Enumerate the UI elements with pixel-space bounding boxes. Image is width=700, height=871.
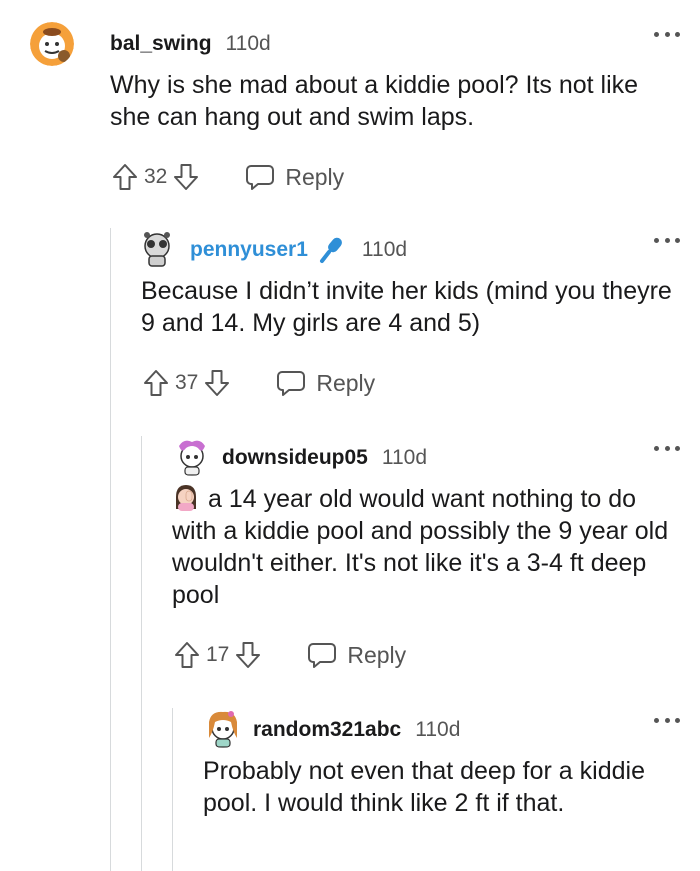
upvote-icon[interactable] (110, 161, 140, 193)
reply-button[interactable]: Reply (245, 163, 344, 191)
reply-label: Reply (347, 641, 407, 668)
snoo-avatar-icon (30, 22, 74, 66)
upvote-icon[interactable] (141, 367, 171, 399)
comment-body: a 14 year old would want nothing to do w… (172, 483, 680, 611)
downvote-icon[interactable] (202, 367, 232, 399)
comment-body: Probably not even that deep for a kiddie… (203, 757, 645, 817)
comment-body: Why is she mad about a kiddie pool? Its … (110, 71, 639, 131)
microphone-icon (319, 237, 342, 263)
username[interactable]: downsideup05 (222, 446, 368, 470)
thread-line-1 (110, 228, 111, 871)
comment-text: a 14 year old would want nothing to do w… (172, 485, 669, 609)
downvote-icon[interactable] (171, 161, 201, 193)
more-options-icon[interactable] (654, 238, 680, 248)
timestamp: 110d (361, 238, 408, 261)
downvote-icon[interactable] (233, 639, 263, 671)
comment-pennyuser1: pennyuser1 110d Because I didn’t invite … (141, 228, 680, 401)
comment-actions: 37 Reply (141, 365, 680, 401)
username[interactable]: pennyuser1 (190, 238, 308, 262)
speech-bubble-icon (277, 371, 306, 396)
reply-label: Reply (285, 163, 345, 190)
timestamp: 110d (381, 446, 428, 469)
vote-count: 37 (175, 371, 199, 394)
thread-line-3 (172, 708, 173, 871)
reply-label: Reply (316, 369, 376, 396)
comment-header: random321abc 110d (203, 708, 680, 752)
timestamp: 110d (225, 32, 271, 55)
woman-facepalming-icon (176, 485, 196, 511)
more-options-icon[interactable] (654, 32, 680, 42)
thread-line-2 (141, 436, 142, 871)
speech-bubble-icon (308, 643, 337, 668)
comment-downsideup05: downsideup05 110d a 14 year old would wa… (172, 436, 680, 673)
comment-header: bal_swing 110d (110, 22, 680, 66)
speech-bubble-icon (246, 165, 275, 190)
comment-body: Because I didn’t invite her kids (mind y… (141, 277, 672, 337)
comment-header: pennyuser1 110d (141, 228, 680, 272)
comment-header: downsideup05 110d (172, 436, 680, 480)
reply-button[interactable]: Reply (276, 369, 375, 397)
username[interactable]: bal_swing (110, 32, 212, 56)
vote-count: 17 (206, 643, 230, 666)
vote-count: 32 (144, 165, 168, 188)
upvote-icon[interactable] (172, 639, 202, 671)
username[interactable]: random321abc (253, 718, 401, 742)
comment-random321abc: random321abc 110d Probably not even that… (203, 708, 680, 819)
comment-bal-swing: bal_swing 110d Why is she mad about a ki… (30, 22, 680, 195)
timestamp: 110d (415, 718, 461, 741)
comment-actions: 32 Reply (110, 159, 680, 195)
more-options-icon[interactable] (654, 446, 680, 456)
avatar[interactable] (30, 22, 74, 66)
reply-button[interactable]: Reply (307, 641, 406, 669)
comment-actions: 17 Reply (172, 637, 680, 673)
more-options-icon[interactable] (654, 718, 680, 728)
